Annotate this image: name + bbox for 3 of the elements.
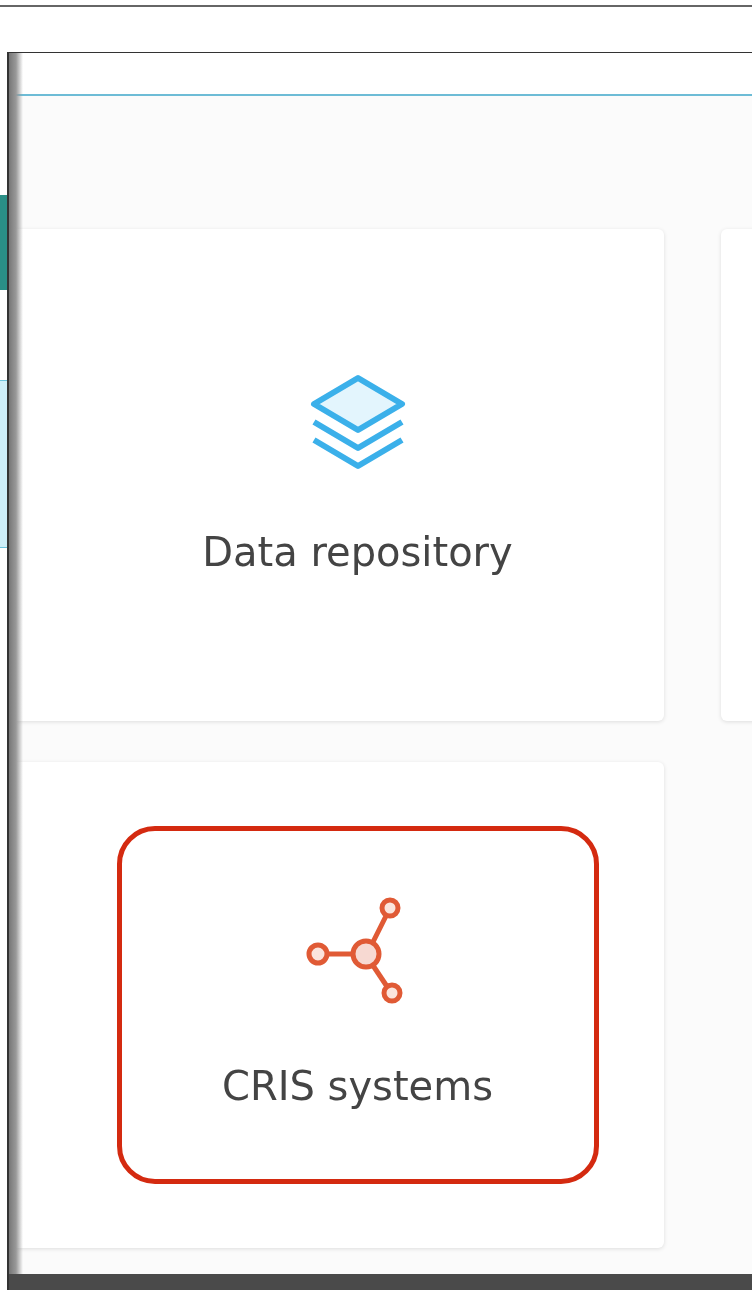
card-title: CRIS systems	[221, 1062, 494, 1111]
side-tab[interactable]	[0, 195, 7, 290]
card-title: Data repository	[202, 528, 513, 577]
